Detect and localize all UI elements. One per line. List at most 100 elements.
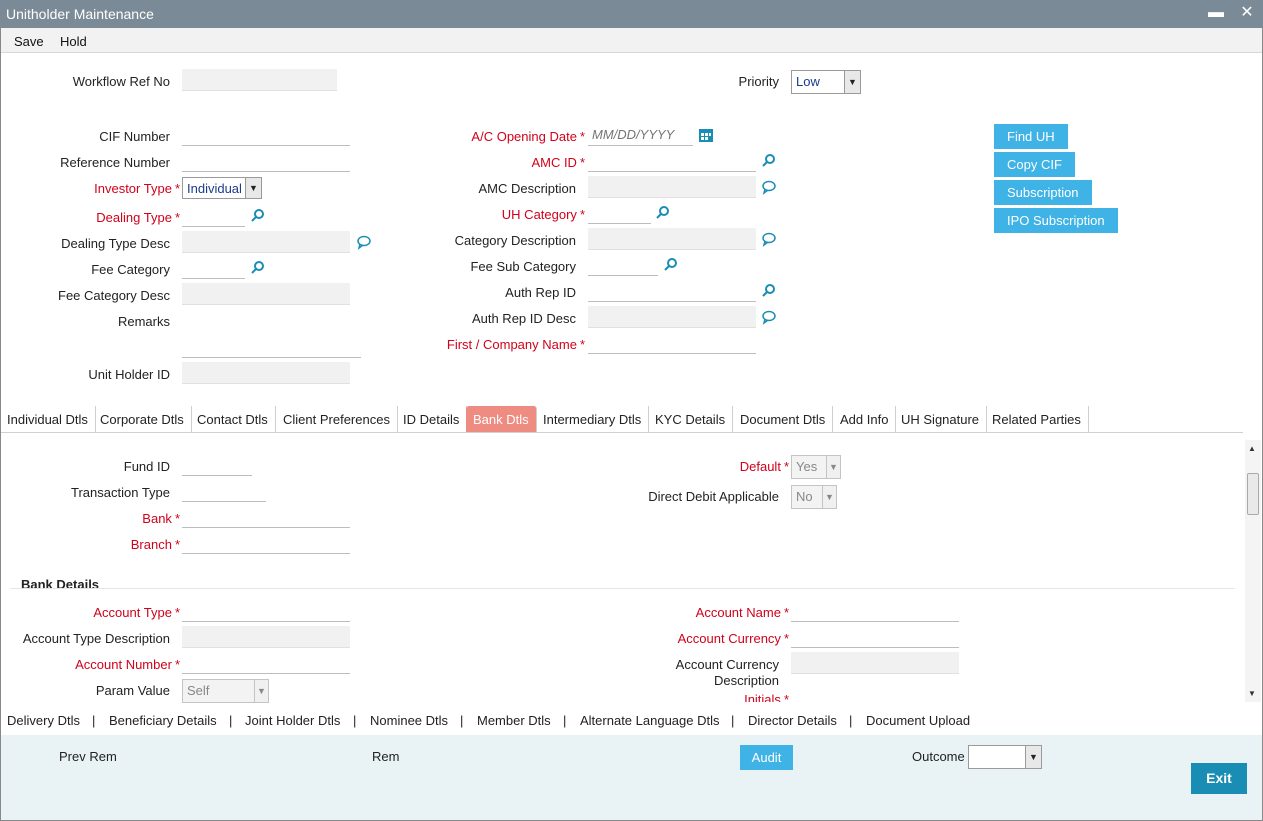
- unit-holder-id-field: [182, 362, 350, 384]
- comment-icon[interactable]: [761, 179, 777, 195]
- fee-category-input[interactable]: [182, 257, 245, 279]
- initials-label-clip: Initials *: [600, 690, 795, 702]
- tab-add-info[interactable]: Add Info: [833, 406, 897, 432]
- search-icon[interactable]: [250, 208, 266, 224]
- default-select[interactable]: Yes ▼: [791, 455, 841, 479]
- account-name-input[interactable]: [791, 600, 959, 622]
- tab-client-preferences[interactable]: Client Preferences: [276, 406, 398, 432]
- comment-icon[interactable]: [761, 309, 777, 325]
- default-value: Yes: [796, 459, 818, 474]
- close-icon[interactable]: ✕: [1236, 2, 1258, 24]
- link-member-dtls[interactable]: Member Dtls: [477, 713, 551, 728]
- category-description-label: Category Description: [454, 233, 576, 248]
- title-bar: Unitholder Maintenance ▬ ✕: [0, 0, 1263, 28]
- search-icon[interactable]: [761, 283, 777, 299]
- reference-number-input[interactable]: [182, 150, 350, 172]
- account-type-label: Account Type *: [93, 605, 180, 620]
- account-currency-label: Account Currency *: [677, 631, 789, 646]
- search-icon[interactable]: [663, 257, 679, 273]
- comment-icon[interactable]: [356, 234, 372, 250]
- footer: Prev Rem Rem Audit Outcome ▼: [0, 735, 1263, 821]
- transaction-type-input[interactable]: [182, 480, 266, 502]
- prev-rem-label: Prev Rem: [59, 749, 117, 764]
- search-icon[interactable]: [250, 260, 266, 276]
- hold-menu-item[interactable]: Hold: [60, 34, 87, 49]
- fee-sub-category-label: Fee Sub Category: [470, 259, 576, 274]
- investor-type-select[interactable]: Individual ▼: [182, 177, 262, 199]
- account-currency-input[interactable]: [791, 626, 959, 648]
- find-uh-button[interactable]: Find UH: [994, 124, 1068, 149]
- remarks-label: Remarks: [117, 314, 170, 329]
- copy-cif-button[interactable]: Copy CIF: [994, 152, 1075, 177]
- tab-divider: [0, 432, 1243, 433]
- save-menu-item[interactable]: Save: [14, 34, 44, 49]
- tab-related-parties[interactable]: Related Parties: [985, 406, 1089, 432]
- direct-debit-select[interactable]: No ▼: [791, 485, 837, 509]
- tab-kyc-details[interactable]: KYC Details: [648, 406, 734, 432]
- param-value-value: Self: [187, 683, 210, 698]
- tab-bank-dtls[interactable]: Bank Dtls: [466, 406, 537, 432]
- link-director-details[interactable]: Director Details: [748, 713, 837, 728]
- dealing-type-desc-label: Dealing Type Desc: [61, 236, 170, 251]
- rem-label: Rem: [372, 749, 400, 764]
- tab-contact-dtls[interactable]: Contact Dtls: [190, 406, 276, 432]
- param-value-select[interactable]: Self ▼: [182, 679, 269, 703]
- scroll-up-icon[interactable]: ▲: [1248, 444, 1256, 453]
- chevron-down-icon: ▼: [822, 486, 836, 508]
- link-delivery-dtls[interactable]: Delivery Dtls: [7, 713, 80, 728]
- tab-document-dtls[interactable]: Document Dtls: [733, 406, 834, 432]
- tab-uh-signature[interactable]: UH Signature: [894, 406, 988, 432]
- auth-rep-id-input[interactable]: [588, 280, 756, 302]
- cif-number-label: CIF Number: [99, 129, 170, 144]
- outcome-select[interactable]: ▼: [968, 745, 1042, 769]
- exit-button[interactable]: Exit: [1191, 763, 1247, 794]
- dealing-type-input[interactable]: [182, 205, 245, 227]
- chevron-down-icon: ▼: [245, 178, 261, 198]
- ipo-subscription-button[interactable]: IPO Subscription: [994, 208, 1118, 233]
- amc-id-input[interactable]: [588, 150, 756, 172]
- audit-button[interactable]: Audit: [740, 745, 793, 770]
- menu-bar: Save Hold: [0, 28, 1263, 53]
- outcome-label: Outcome: [912, 749, 965, 764]
- cif-number-input[interactable]: [182, 124, 350, 146]
- scroll-down-icon[interactable]: ▼: [1248, 689, 1256, 698]
- workflow-ref-label: Workflow Ref No: [72, 74, 170, 89]
- ac-opening-date-input[interactable]: [588, 124, 693, 146]
- account-type-desc-label: Account Type Description: [22, 631, 170, 646]
- default-label: Default *: [739, 459, 789, 474]
- bank-input[interactable]: [182, 506, 350, 528]
- vertical-scrollbar[interactable]: ▲ ▼: [1245, 440, 1261, 702]
- link-nominee-dtls[interactable]: Nominee Dtls: [370, 713, 448, 728]
- search-icon[interactable]: [761, 153, 777, 169]
- calendar-icon[interactable]: [698, 127, 714, 143]
- account-number-input[interactable]: [182, 652, 350, 674]
- link-alternate-language-dtls[interactable]: Alternate Language Dtls: [580, 713, 719, 728]
- link-joint-holder-dtls[interactable]: Joint Holder Dtls: [245, 713, 340, 728]
- category-description-field: [588, 228, 756, 250]
- branch-input[interactable]: [182, 532, 350, 554]
- fee-sub-category-input[interactable]: [588, 254, 658, 276]
- account-type-input[interactable]: [182, 600, 350, 622]
- tab-individual-dtls[interactable]: Individual Dtls: [0, 406, 96, 432]
- priority-select[interactable]: Low ▼: [791, 70, 861, 94]
- subscription-button[interactable]: Subscription: [994, 180, 1092, 205]
- tab-id-details[interactable]: ID Details: [396, 406, 468, 432]
- comment-icon[interactable]: [761, 231, 777, 247]
- remarks-input[interactable]: [182, 336, 361, 358]
- bank-details-title: Bank Details: [21, 577, 100, 592]
- link-document-upload[interactable]: Document Upload: [866, 713, 970, 728]
- account-currency-desc-field: [791, 652, 959, 674]
- fund-id-input[interactable]: [182, 454, 252, 476]
- first-company-name-input[interactable]: [588, 332, 756, 354]
- investor-type-label: Investor Type *: [94, 181, 180, 196]
- minimize-icon[interactable]: ▬: [1205, 2, 1227, 24]
- account-name-label: Account Name *: [695, 605, 789, 620]
- link-separator: |: [849, 713, 853, 728]
- workflow-ref-field: [182, 69, 337, 91]
- tab-corporate-dtls[interactable]: Corporate Dtls: [93, 406, 192, 432]
- link-beneficiary-details[interactable]: Beneficiary Details: [109, 713, 217, 728]
- scroll-thumb[interactable]: [1247, 473, 1259, 515]
- uh-category-input[interactable]: [588, 202, 651, 224]
- tab-intermediary-dtls[interactable]: Intermediary Dtls: [536, 406, 650, 432]
- search-icon[interactable]: [655, 205, 671, 221]
